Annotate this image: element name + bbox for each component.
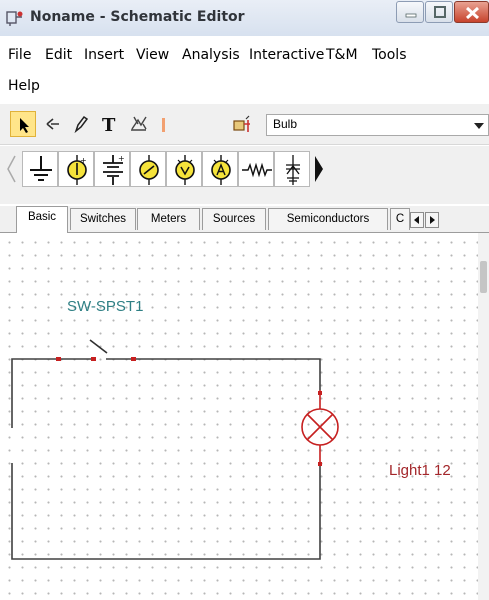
dc-ammeter-button[interactable]: + bbox=[58, 151, 94, 187]
wire-top-right bbox=[134, 358, 321, 390]
switch-blade bbox=[89, 339, 108, 354]
dc-ammeter-icon: + bbox=[67, 155, 87, 185]
light-label: Light1 12 bbox=[389, 462, 451, 479]
palette-scroll-left-icon[interactable] bbox=[4, 152, 18, 186]
tab-sources[interactable]: Sources bbox=[202, 208, 266, 230]
svg-text:+: + bbox=[80, 156, 87, 165]
text-tool-icon: T bbox=[102, 115, 116, 136]
menu-edit[interactable]: Edit bbox=[45, 47, 72, 63]
menu-bar: File Edit Insert View Analysis Interacti… bbox=[0, 44, 489, 102]
switch-label: SW-SPST1 bbox=[67, 298, 144, 315]
voltmeter-icon bbox=[139, 155, 159, 185]
menu-tm[interactable]: T&M bbox=[326, 47, 358, 63]
tab-scroll-left-button[interactable] bbox=[410, 212, 424, 228]
maximize-button[interactable] bbox=[425, 1, 453, 23]
title-bar: Noname - Schematic Editor bbox=[0, 0, 489, 36]
component-tabs: Basic Switches Meters Sources Semiconduc… bbox=[0, 206, 489, 233]
schematic-drawing bbox=[11, 339, 339, 560]
menu-file[interactable]: File bbox=[8, 47, 31, 63]
ac-voltmeter-button[interactable] bbox=[166, 151, 202, 187]
lamp-terminal-bottom bbox=[318, 462, 322, 466]
text-tool-button[interactable]: T bbox=[96, 111, 122, 137]
component-select-value: Bulb bbox=[273, 117, 298, 131]
select-arrow-icon bbox=[20, 118, 29, 133]
palette-scroll-right-icon[interactable] bbox=[312, 152, 326, 186]
switch-terminal-right bbox=[131, 357, 136, 361]
battery-icon: + bbox=[103, 154, 125, 185]
graph-tool-icon bbox=[131, 116, 147, 131]
tab-basic[interactable]: Basic bbox=[16, 206, 68, 233]
switch-terminal-left bbox=[56, 357, 61, 361]
window-title: Noname - Schematic Editor bbox=[30, 9, 245, 25]
svg-text:+: + bbox=[118, 154, 125, 163]
wire-bottom bbox=[11, 463, 321, 560]
graph-tool-button[interactable] bbox=[126, 111, 152, 137]
pencil-icon bbox=[74, 115, 89, 134]
wire-tool-icon bbox=[46, 118, 59, 130]
maximize-icon bbox=[434, 6, 446, 18]
tab-scroll-right-button[interactable] bbox=[425, 212, 439, 228]
resistor-icon bbox=[242, 162, 272, 178]
voltmeter-button[interactable] bbox=[130, 151, 166, 187]
ac-ammeter-icon bbox=[211, 155, 231, 185]
ac-ammeter-button[interactable] bbox=[202, 151, 238, 187]
pencil-tool-button[interactable] bbox=[68, 111, 94, 137]
wire-tool-button[interactable] bbox=[40, 111, 66, 137]
tab-semiconductors[interactable]: Semiconductors bbox=[268, 208, 388, 230]
vertical-scrollbar[interactable] bbox=[478, 233, 489, 600]
caret-right-icon bbox=[430, 216, 435, 224]
minimize-icon bbox=[405, 13, 417, 18]
menu-view[interactable]: View bbox=[136, 47, 169, 63]
schematic-canvas[interactable]: SW-SPST1 Light1 12 bbox=[0, 233, 478, 600]
app-icon bbox=[6, 11, 23, 26]
main-toolbar: T Bulb bbox=[0, 104, 489, 145]
component-select[interactable]: Bulb bbox=[266, 114, 489, 136]
bulb-cross bbox=[306, 413, 334, 441]
menu-analysis[interactable]: Analysis bbox=[182, 47, 240, 63]
menu-interactive[interactable]: Interactive bbox=[249, 47, 324, 63]
ground-button[interactable] bbox=[22, 151, 58, 187]
close-icon bbox=[465, 6, 480, 20]
ac-voltmeter-icon bbox=[175, 155, 195, 185]
toolbar-separator bbox=[162, 118, 165, 132]
scrollbar-thumb[interactable] bbox=[480, 261, 487, 293]
resistor-button[interactable] bbox=[238, 151, 274, 187]
place-component-icon bbox=[233, 115, 250, 132]
place-component-button[interactable] bbox=[230, 111, 256, 137]
diode-icon bbox=[286, 155, 300, 185]
menu-insert[interactable]: Insert bbox=[84, 47, 124, 63]
chevron-down-icon[interactable] bbox=[474, 123, 484, 129]
svg-text:T: T bbox=[102, 115, 116, 136]
menu-help[interactable]: Help bbox=[8, 78, 40, 94]
menu-tools[interactable]: Tools bbox=[372, 47, 407, 63]
lamp-terminal-top bbox=[318, 391, 322, 395]
select-tool-button[interactable] bbox=[10, 111, 36, 137]
diode-button[interactable] bbox=[274, 151, 310, 187]
tab-meters[interactable]: Meters bbox=[137, 208, 200, 230]
wire-left-top bbox=[11, 358, 57, 428]
close-button[interactable] bbox=[454, 1, 489, 23]
caret-left-icon bbox=[414, 216, 419, 224]
switch-terminal-mid bbox=[91, 357, 96, 361]
battery-button[interactable]: + bbox=[94, 151, 130, 187]
minimize-button[interactable] bbox=[396, 1, 424, 23]
component-palette: + + bbox=[0, 146, 489, 204]
tab-switches[interactable]: Switches bbox=[70, 208, 136, 230]
tab-c[interactable]: C bbox=[390, 208, 410, 230]
ground-icon bbox=[30, 156, 52, 181]
